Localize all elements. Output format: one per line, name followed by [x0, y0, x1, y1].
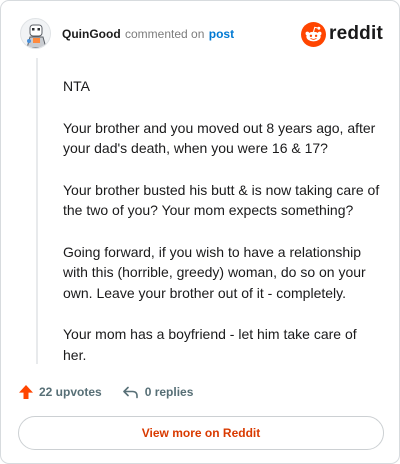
comment-header: QuinGood commented on post reddit — [20, 18, 383, 52]
replies-button[interactable]: 0 replies — [122, 384, 194, 400]
upvote-count: 22 upvotes — [39, 385, 102, 399]
reddit-logo-icon — [301, 21, 327, 47]
comment-paragraph: Your brother and you moved out 8 years a… — [63, 119, 376, 157]
comment-byline: QuinGood commented on post — [62, 27, 234, 41]
commented-on-text: commented on — [125, 27, 205, 41]
thread-line — [36, 58, 38, 364]
comment-body: NTA Your brother and you moved out 8 yea… — [63, 76, 381, 386]
reddit-brand-link[interactable]: reddit — [301, 21, 383, 47]
reply-arrow-icon — [122, 386, 138, 399]
comment-actions: 22 upvotes 0 replies — [18, 382, 193, 402]
reddit-wordmark: reddit — [329, 23, 383, 44]
username-link[interactable]: QuinGood — [62, 27, 121, 41]
comment-paragraph: Going forward, if you wish to have a rel… — [63, 243, 366, 301]
comment-embed-card: QuinGood commented on post reddit NTA Yo… — [0, 0, 400, 464]
reply-count: 0 replies — [144, 385, 194, 399]
comment-paragraph: Your mom has a boyfriend - let him take … — [63, 326, 357, 363]
comment-paragraph: Your brother busted his butt & is now ta… — [63, 181, 380, 219]
upvote-arrow-icon — [19, 385, 33, 399]
view-more-label: View more on Reddit — [141, 426, 261, 440]
comment-paragraph: NTA — [63, 78, 90, 94]
view-more-on-reddit-button[interactable]: View more on Reddit — [18, 416, 384, 450]
post-link[interactable]: post — [209, 27, 234, 41]
user-avatar-icon[interactable] — [20, 18, 51, 49]
upvote-button[interactable]: 22 upvotes — [18, 384, 102, 400]
